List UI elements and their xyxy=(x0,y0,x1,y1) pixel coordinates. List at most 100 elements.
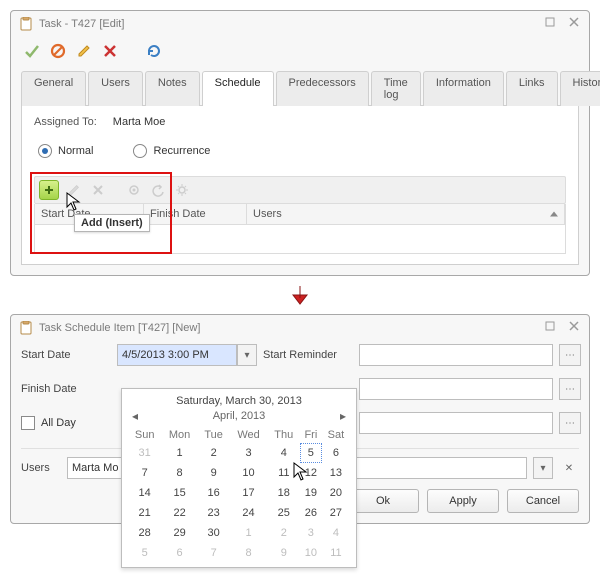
calendar-dow: Fri xyxy=(300,427,322,443)
calendar-day[interactable]: 9 xyxy=(198,463,230,483)
calendar-day[interactable]: 11 xyxy=(322,543,350,563)
chevron-down-icon[interactable]: ▾ xyxy=(237,344,257,366)
allday-more-button[interactable]: ⋯ xyxy=(559,412,581,434)
calendar-day[interactable]: 6 xyxy=(161,543,197,563)
close-button[interactable] xyxy=(567,320,581,335)
start-reminder-more-button[interactable]: ⋯ xyxy=(559,344,581,366)
restore-button[interactable] xyxy=(543,320,557,335)
calendar-day[interactable]: 12 xyxy=(300,463,322,483)
radio-recurrence[interactable]: Recurrence xyxy=(133,144,210,158)
radio-normal[interactable]: Normal xyxy=(38,144,93,158)
start-date-field[interactable]: 4/5/2013 3:00 PM xyxy=(117,344,237,366)
calendar-dow: Thu xyxy=(268,427,300,443)
tab-links[interactable]: Links xyxy=(506,71,558,106)
calendar-day[interactable]: 27 xyxy=(322,503,350,523)
calendar-day[interactable]: 23 xyxy=(198,503,230,523)
undo-icon[interactable] xyxy=(149,181,167,199)
calendar-day[interactable]: 8 xyxy=(229,543,267,563)
calendar-dow: Tue xyxy=(198,427,230,443)
tab-general[interactable]: General xyxy=(21,71,86,106)
calendar-day[interactable]: 15 xyxy=(161,483,197,503)
all-day-checkbox[interactable]: All Day xyxy=(21,416,111,430)
calendar-day[interactable]: 1 xyxy=(161,443,197,463)
calendar-day[interactable]: 3 xyxy=(229,443,267,463)
start-reminder-field[interactable] xyxy=(359,344,553,366)
calendar-dow: Mon xyxy=(161,427,197,443)
link-icon[interactable] xyxy=(125,181,143,199)
accept-icon[interactable] xyxy=(23,42,41,60)
deny-icon[interactable] xyxy=(49,42,67,60)
start-date-combo[interactable]: 4/5/2013 3:00 PM ▾ xyxy=(117,344,257,366)
tab-users[interactable]: Users xyxy=(88,71,143,106)
tab-schedule[interactable]: Schedule xyxy=(202,71,274,106)
calendar-day[interactable]: 7 xyxy=(198,543,230,563)
calendar-next-icon[interactable]: ▸ xyxy=(336,409,350,423)
users-clear-icon[interactable]: ✕ xyxy=(559,458,579,478)
col-users[interactable]: Users xyxy=(247,204,565,224)
calendar-day[interactable]: 18 xyxy=(268,483,300,503)
edit-row-icon[interactable] xyxy=(65,181,83,199)
grid-toolbar xyxy=(34,176,566,204)
calendar-day[interactable]: 3 xyxy=(300,523,322,543)
calendar-day[interactable]: 21 xyxy=(128,503,161,523)
window-title: Task - T427 [Edit] xyxy=(39,18,124,30)
tab-information[interactable]: Information xyxy=(423,71,504,106)
calendar-day[interactable]: 20 xyxy=(322,483,350,503)
calendar-day[interactable]: 16 xyxy=(198,483,230,503)
apply-button[interactable]: Apply xyxy=(427,489,499,513)
calendar-grid: SunMonTueWedThuFriSat 311234567891011121… xyxy=(128,427,350,563)
tab-history[interactable]: History xyxy=(560,71,600,106)
delete-row-icon[interactable] xyxy=(89,181,107,199)
calendar-day[interactable]: 2 xyxy=(268,523,300,543)
close-button[interactable] xyxy=(567,16,581,31)
calendar-day[interactable]: 11 xyxy=(268,463,300,483)
calendar-day[interactable]: 5 xyxy=(128,543,161,563)
settings-icon[interactable] xyxy=(173,181,191,199)
calendar-dow: Sat xyxy=(322,427,350,443)
users-dropdown-icon[interactable]: ▾ xyxy=(533,457,553,479)
calendar-month[interactable]: April, 2013 xyxy=(142,410,336,422)
calendar-day[interactable]: 17 xyxy=(229,483,267,503)
allday-aux-field[interactable] xyxy=(359,412,553,434)
calendar-day[interactable]: 4 xyxy=(322,523,350,543)
calendar-day[interactable]: 14 xyxy=(128,483,161,503)
calendar-day[interactable]: 1 xyxy=(229,523,267,543)
calendar-day[interactable]: 10 xyxy=(300,543,322,563)
calendar-day[interactable]: 8 xyxy=(161,463,197,483)
calendar-day[interactable]: 28 xyxy=(128,523,161,543)
tab-notes[interactable]: Notes xyxy=(145,71,200,106)
calendar-prev-icon[interactable]: ◂ xyxy=(128,409,142,423)
tab-predecessors[interactable]: Predecessors xyxy=(276,71,369,106)
calendar-day[interactable]: 25 xyxy=(268,503,300,523)
start-reminder-label: Start Reminder xyxy=(263,349,353,361)
tab-time-log[interactable]: Time log xyxy=(371,71,421,106)
calendar-day[interactable]: 31 xyxy=(128,443,161,463)
calendar-day[interactable]: 2 xyxy=(198,443,230,463)
calendar-day[interactable]: 24 xyxy=(229,503,267,523)
add-button[interactable] xyxy=(39,180,59,200)
calendar-day[interactable]: 22 xyxy=(161,503,197,523)
calendar-day[interactable]: 5 xyxy=(300,443,322,463)
delete-icon[interactable] xyxy=(101,42,119,60)
cancel-button[interactable]: Cancel xyxy=(507,489,579,513)
col-finish-date[interactable]: Finish Date xyxy=(144,204,247,224)
ok-button[interactable]: Ok xyxy=(347,489,419,513)
calendar-day[interactable]: 10 xyxy=(229,463,267,483)
restore-button[interactable] xyxy=(543,16,557,31)
edit-icon[interactable] xyxy=(75,42,93,60)
calendar-day[interactable]: 30 xyxy=(198,523,230,543)
finish-reminder-more-button[interactable]: ⋯ xyxy=(559,378,581,400)
calendar-day[interactable]: 26 xyxy=(300,503,322,523)
start-date-label: Start Date xyxy=(21,349,111,361)
finish-reminder-field[interactable] xyxy=(359,378,553,400)
calendar-day[interactable]: 29 xyxy=(161,523,197,543)
calendar-day[interactable]: 9 xyxy=(268,543,300,563)
main-toolbar xyxy=(21,40,579,66)
calendar-day[interactable]: 4 xyxy=(268,443,300,463)
refresh-icon[interactable] xyxy=(145,42,163,60)
calendar-day[interactable]: 6 xyxy=(322,443,350,463)
calendar-day[interactable]: 7 xyxy=(128,463,161,483)
titlebar: Task Schedule Item [T427] [New] xyxy=(11,315,589,340)
calendar-day[interactable]: 13 xyxy=(322,463,350,483)
calendar-day[interactable]: 19 xyxy=(300,483,322,503)
